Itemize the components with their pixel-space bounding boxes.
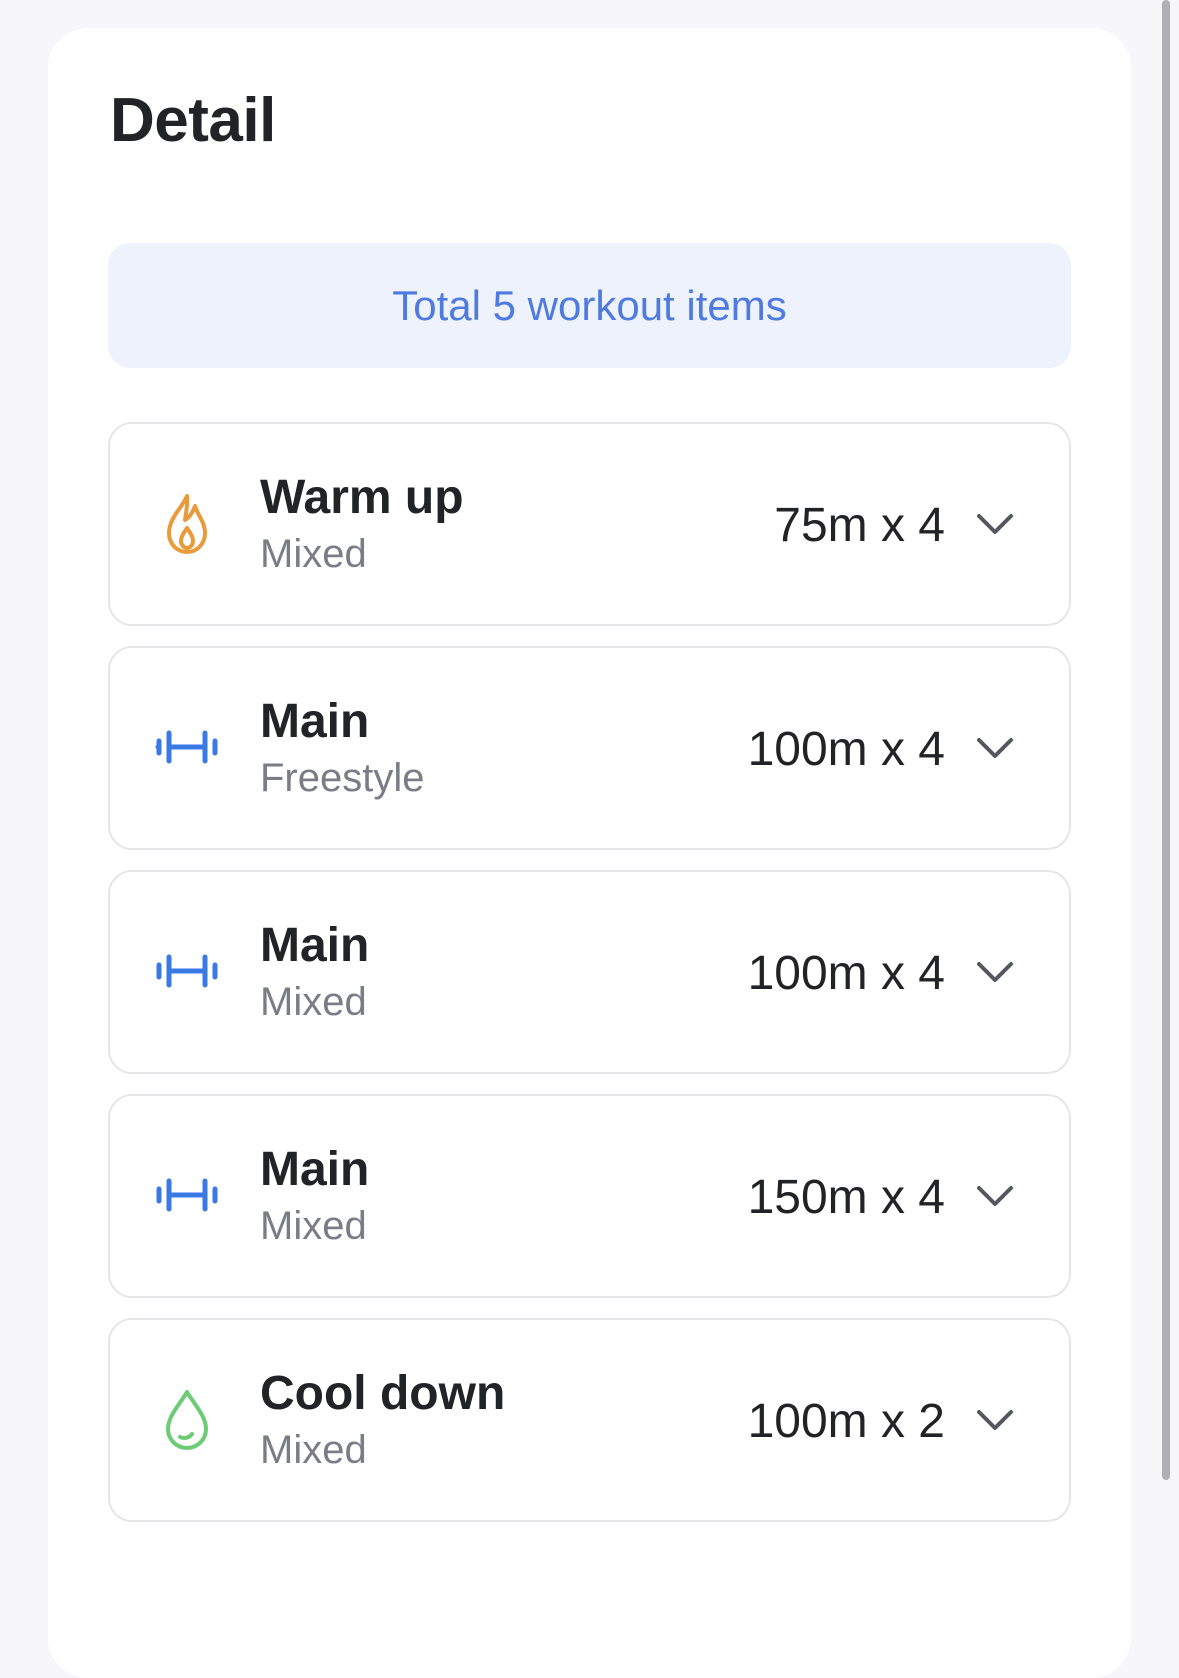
item-distance-reps: 150m x 4 [747,1171,945,1224]
item-title: Main [260,1143,370,1196]
droplet-icon [152,1384,222,1454]
chevron-down-icon[interactable] [973,728,1017,768]
dumbbell-icon [152,936,222,1006]
chevron-down-icon[interactable] [973,952,1017,992]
dumbbell-icon [152,1160,222,1230]
item-distance-reps: 75m x 4 [774,499,945,552]
page-title: Detail [110,86,276,155]
chevron-down-icon[interactable] [973,1400,1017,1440]
workout-item-cool-down[interactable]: Cool down Mixed 100m x 2 [108,1318,1071,1522]
item-stroke-type: Mixed [260,532,367,576]
chevron-down-icon[interactable] [973,504,1017,544]
item-stroke-type: Freestyle [260,756,425,800]
item-title: Warm up [260,471,464,524]
item-distance-reps: 100m x 4 [747,723,945,776]
item-distance-reps: 100m x 4 [747,947,945,1000]
workout-item-main[interactable]: Main Mixed 150m x 4 [108,1094,1071,1298]
item-title: Main [260,919,370,972]
dumbbell-icon [152,712,222,782]
item-distance-reps: 100m x 2 [747,1395,945,1448]
workout-count-text: Total 5 workout items [392,281,787,329]
workout-item-warm-up[interactable]: Warm up Mixed 75m x 4 [108,422,1071,626]
item-title: Cool down [260,1367,506,1420]
item-stroke-type: Mixed [260,1428,367,1472]
workout-item-main[interactable]: Main Mixed 100m x 4 [108,870,1071,1074]
vertical-scrollbar[interactable] [1162,0,1170,1480]
detail-card: Detail Total 5 workout items Warm up Mix… [48,28,1131,1678]
item-stroke-type: Mixed [260,980,367,1024]
workout-item-main[interactable]: Main Freestyle 100m x 4 [108,646,1071,850]
item-title: Main [260,695,370,748]
chevron-down-icon[interactable] [973,1176,1017,1216]
item-stroke-type: Mixed [260,1204,367,1248]
flame-icon [152,488,222,558]
workout-count-banner: Total 5 workout items [108,243,1071,368]
